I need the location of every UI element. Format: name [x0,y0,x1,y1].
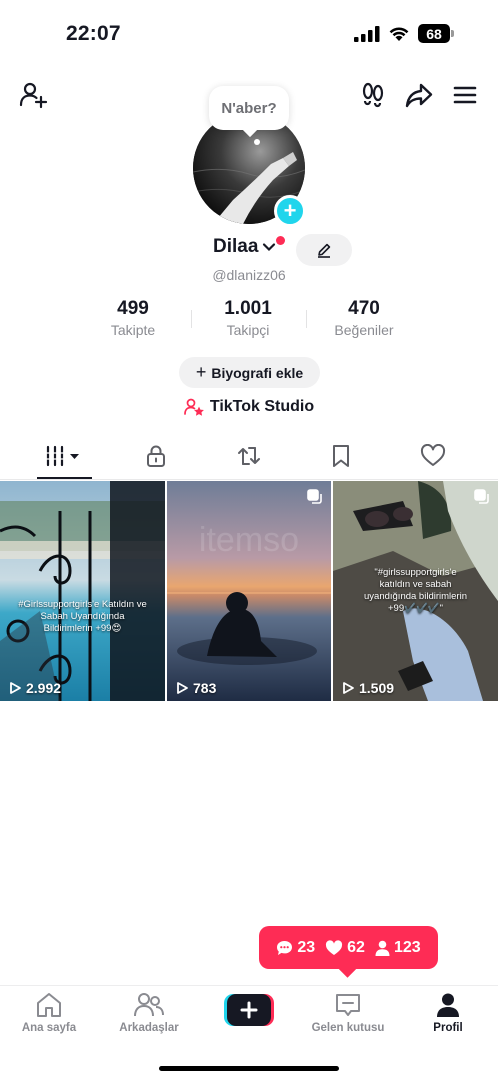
stat-following[interactable]: 499 Takipte [73,298,193,338]
view-count: 783 [193,680,217,696]
tab-videos[interactable] [34,436,94,476]
tab-saved[interactable] [311,436,371,476]
stat-likes[interactable]: 470 Beğeniler [304,298,424,338]
plus-icon: + [195,362,207,382]
chevron-down-icon [263,243,276,252]
video-tile[interactable]: #Girlssupportgirls'e Katıldın ve Sabah U… [0,481,165,701]
video-tile[interactable]: "#girlssupportgirls'e katıldın ve sabah … [333,481,498,701]
create-plus-icon [224,994,274,1026]
stat-value: 470 [348,298,380,319]
video-views: 1.509 [341,680,394,696]
follower-count: 123 [375,939,421,957]
video-views: 783 [175,680,216,696]
stat-followers[interactable]: 1.001 Takipçi [188,298,308,338]
battery-tip [451,30,454,37]
menu-icon [453,86,477,104]
profile-name: Dilaa [213,236,259,257]
nav-label: Ana sayfa [21,1022,77,1034]
nav-label: Arkadaşlar [119,1022,179,1034]
inbox-icon [336,994,360,1016]
bookmark-icon [333,445,349,467]
play-icon [177,682,188,694]
nav-home[interactable]: Ana sayfa [4,992,94,1034]
nav-label: Gelen kutusu [311,1022,385,1034]
play-icon [343,682,354,694]
username-row[interactable]: Dilaa [213,236,285,258]
footprints-icon [362,82,384,108]
add-bio-label: Biyografi ekle [211,364,304,381]
add-bio-button[interactable]: + Biyografi ekle [179,357,320,388]
plus-icon: + [283,198,297,223]
share-icon [405,83,433,108]
menu-button[interactable] [450,80,480,110]
content-tabs [0,436,498,480]
profile-icon [437,993,459,1017]
nav-label: Profil [433,1022,463,1034]
comment-count: 23 [276,939,315,957]
battery-indicator: 68 [418,24,450,43]
multi-video-icon [307,489,322,504]
tabs-divider [0,479,498,480]
stat-value: 1.001 [224,298,272,319]
video-views: 2.992 [8,680,61,696]
home-icon [37,993,61,1017]
video-thumbnail: itemso [167,481,331,701]
play-icon [10,682,21,694]
stat-label: Takipte [110,322,156,338]
friends-icon [134,993,164,1017]
like-count: 62 [325,939,365,957]
heart-filled-icon [326,939,343,955]
person-icon [375,940,390,956]
heart-icon [420,444,446,466]
tab-liked[interactable] [403,436,463,476]
share-profile-button[interactable] [404,80,434,110]
comment-icon [277,940,293,955]
create-button[interactable] [224,994,274,1026]
wifi-icon [389,27,409,41]
notification-dot [276,236,285,245]
video-caption: #Girlssupportgirls'e Katıldın ve Sabah U… [18,599,147,634]
battery-level: 68 [426,25,442,42]
nav-friends[interactable]: Arkadaşlar [104,992,194,1034]
edit-icon [318,243,331,258]
add-story-button[interactable]: + [274,195,306,227]
view-count: 2.992 [26,680,62,696]
grid-icon [45,445,79,467]
comment-count-value: 23 [297,938,316,956]
follower-count-value: 123 [393,938,421,956]
edit-profile-button[interactable] [296,234,352,266]
note-bubble[interactable]: N'aber? [209,86,289,130]
nav-inbox[interactable]: Gelen kutusu [303,992,393,1034]
signal-icon [354,25,380,42]
stat-value: 499 [117,298,149,319]
lock-icon [147,445,165,467]
add-friend-icon [19,82,48,109]
tiktok-studio-link[interactable]: TikTok Studio [0,398,498,416]
status-time: 22:07 [66,22,121,45]
svg-text:itemso: itemso [199,521,299,559]
tiktok-studio-label: TikTok Studio [209,398,315,415]
video-thumbnail [0,481,165,701]
tab-reposts[interactable] [219,436,279,476]
repost-icon [238,447,260,465]
tab-private[interactable] [126,436,186,476]
video-caption: "#girlssupportgirls'e katıldın ve sabah … [364,567,467,614]
add-friend-button[interactable] [18,80,48,110]
profile-handle: @dlanizz06 [212,267,286,283]
status-icons: 68 [354,24,454,43]
home-indicator [159,1066,339,1071]
stat-label: Takipçi [226,322,270,338]
video-tile[interactable]: itemso 783 [167,481,331,701]
view-count: 1.509 [359,680,395,696]
status-bar: 22:07 68 [0,0,498,68]
nav-profile[interactable]: Profil [403,992,493,1034]
profile-views-button[interactable] [358,80,388,110]
like-count-value: 62 [347,938,365,956]
creator-star-icon [183,398,204,416]
multi-video-icon [474,489,489,504]
stat-label: Beğeniler [334,322,394,338]
video-grid: #Girlssupportgirls'e Katıldın ve Sabah U… [0,481,498,701]
activity-notification[interactable]: 23 62 123 [259,926,438,969]
